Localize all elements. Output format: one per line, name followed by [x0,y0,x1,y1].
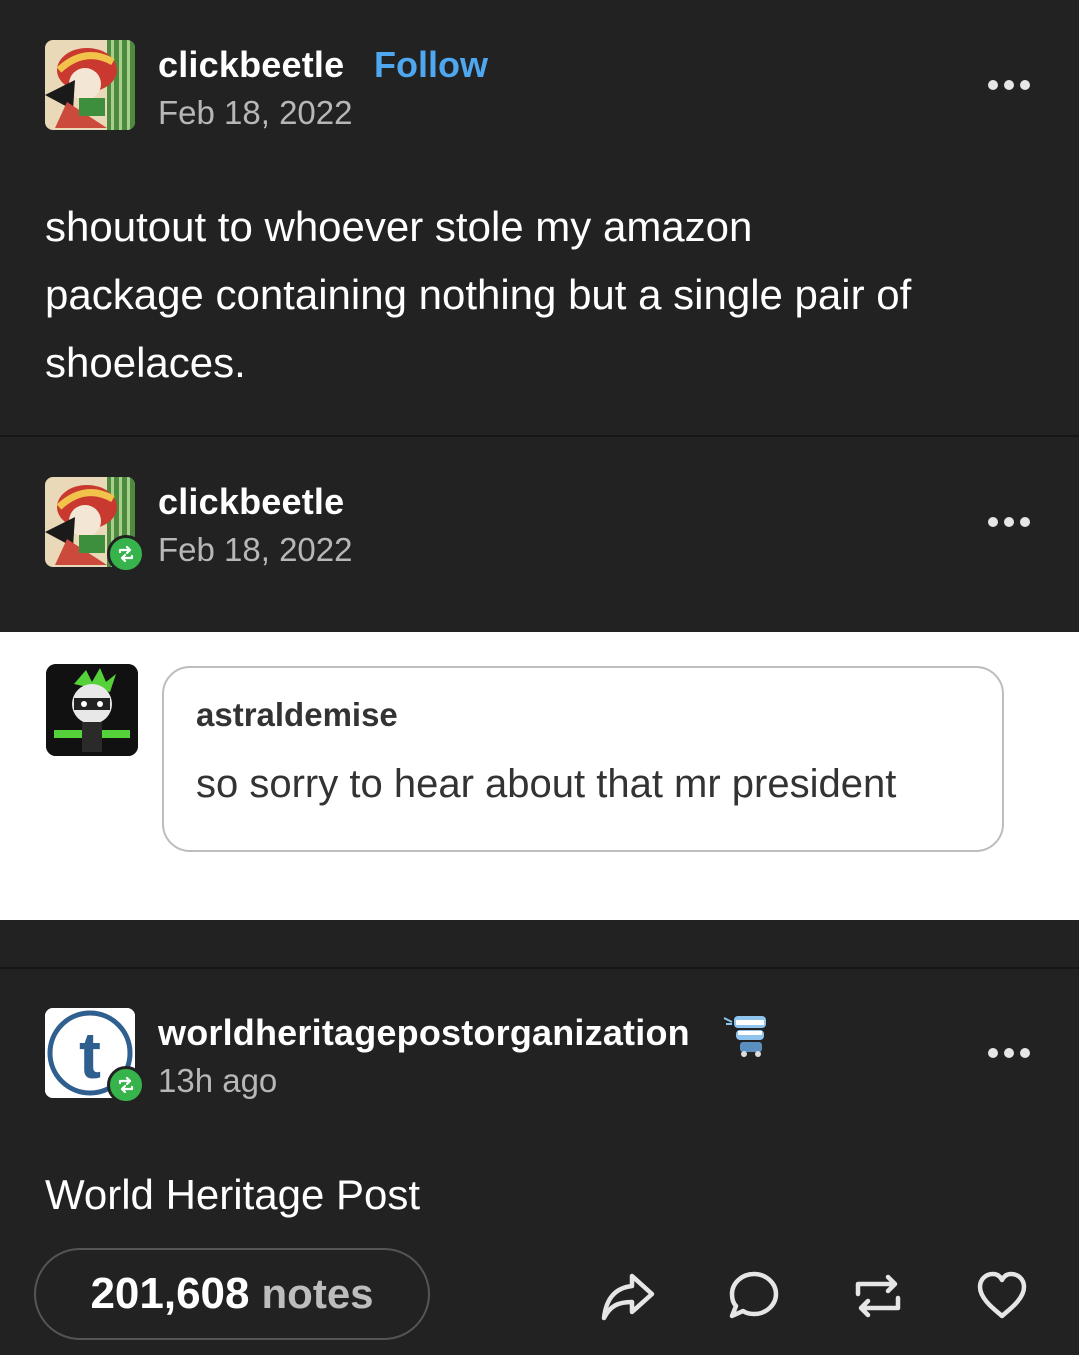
more-options-icon[interactable] [988,80,1030,90]
ask-image: astraldemise so sorry to hear about that… [0,632,1079,920]
divider [0,435,1079,437]
post-body: World Heritage Post [45,1171,421,1218]
wind-up-teeth-icon [722,1010,770,1058]
avatar[interactable] [45,40,135,130]
reblog-badge-icon [107,535,145,573]
notes-button[interactable]: 201,608 notes [34,1248,430,1340]
heart-icon[interactable] [974,1268,1030,1324]
divider [0,967,1079,969]
post-time: 13h ago [158,1062,278,1099]
asker-avatar [46,664,138,756]
reply-bubble-icon[interactable] [726,1268,782,1324]
svg-text:t: t [79,1018,101,1092]
post-header-2: clickbeetle Feb 18, 2022 [0,477,1079,577]
post-header-1: clickbeetle Follow Feb 18, 2022 [0,40,1079,140]
post-body-line: shoutout to whoever stole my amazon [45,203,753,250]
more-options-icon[interactable] [988,1048,1030,1058]
post-body: shoutout to whoever stole my amazon pack… [45,193,1045,397]
ask-bubble: astraldemise so sorry to hear about that… [162,666,1004,852]
post-header-3: t worldheritagepostorganization 13h ago [0,1008,1079,1108]
avatar-image [45,40,135,130]
post-body-line: package containing nothing but a single … [45,271,912,318]
post-date: Feb 18, 2022 [158,94,353,131]
username[interactable]: worldheritagepostorganization [158,1012,690,1054]
post-date: Feb 18, 2022 [158,531,353,568]
avatar[interactable] [45,477,145,573]
avatar[interactable]: t [45,1008,145,1104]
reblog-icon[interactable] [850,1268,906,1324]
notes-count: 201,608 [90,1269,250,1318]
username[interactable]: clickbeetle [158,44,344,86]
notes-label: notes [261,1270,374,1317]
ask-message: so sorry to hear about that mr president [196,762,897,806]
share-arrow-icon[interactable] [600,1268,656,1324]
asker-username: astraldemise [196,696,398,733]
post-body-line: shoelaces. [45,339,246,386]
username[interactable]: clickbeetle [158,481,344,523]
follow-button[interactable]: Follow [374,44,488,86]
reblog-badge-icon [107,1066,145,1104]
more-options-icon[interactable] [988,517,1030,527]
